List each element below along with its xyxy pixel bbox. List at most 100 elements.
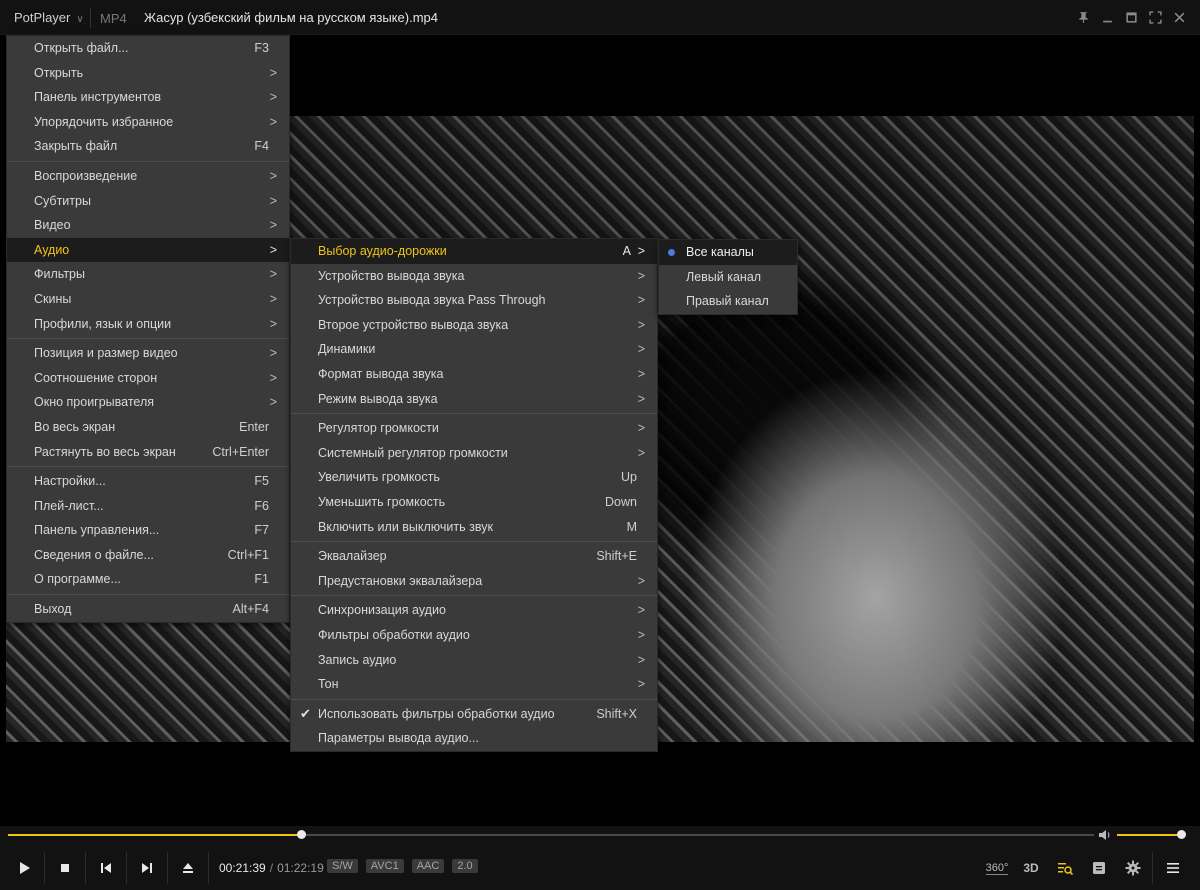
submenu-arrow-icon: > [269, 267, 277, 282]
audio_menu-item[interactable]: Увеличить громкость Up [291, 465, 657, 490]
settings-button[interactable] [1116, 848, 1150, 888]
menu-separator [7, 338, 289, 340]
main_menu-item[interactable]: Окно проигрывателя > [7, 390, 289, 415]
audio_menu-item-label: Эквалайзер [318, 549, 387, 564]
audio-codec-badge[interactable]: AAC [411, 859, 445, 873]
audio_menu-item[interactable]: Динамики > [291, 337, 657, 362]
audio_menu-item[interactable]: Тон > [291, 672, 657, 697]
volume-handle[interactable] [1177, 830, 1186, 839]
vr-360-button[interactable]: 360° [980, 848, 1014, 888]
main-menu-button[interactable] [1156, 848, 1190, 888]
main_menu-item[interactable]: Скины > [7, 287, 289, 312]
main_menu-item[interactable]: Упорядочить избранное > [7, 110, 289, 135]
audio_menu-item[interactable]: Системный регулятор громкости > [291, 441, 657, 466]
playlist-search-button[interactable] [1048, 848, 1082, 888]
audio_menu-item[interactable]: Формат вывода звука > [291, 362, 657, 387]
menu-separator [7, 594, 289, 596]
audio_menu-item[interactable]: Предустановки эквалайзера > [291, 569, 657, 594]
submenu-arrow-icon: > [269, 65, 277, 80]
main_menu-item-label: Упорядочить избранное [34, 114, 174, 129]
close-icon[interactable] [1170, 8, 1188, 26]
audio_menu-item[interactable]: ✔ Использовать фильтры обработки аудио Shi… [291, 702, 657, 727]
audio_menu-item[interactable]: Включить или выключить звук M [291, 515, 657, 540]
app-name: PotPlayer [14, 10, 71, 25]
main_menu-item-shortcut: F1 [254, 572, 269, 587]
seek-handle[interactable] [297, 830, 307, 839]
play-button[interactable] [4, 848, 44, 888]
main_menu-item[interactable]: Плей-лист... F6 [7, 494, 289, 519]
video-codec-badge[interactable]: AVC1 [365, 859, 404, 873]
channel-item-label: Правый канал [686, 294, 769, 309]
main_menu-item-shortcut: Alt+F4 [232, 602, 269, 617]
fullscreen-icon[interactable] [1146, 8, 1164, 26]
menu-separator [291, 595, 657, 597]
volume-slider[interactable] [1117, 834, 1181, 836]
main_menu-item[interactable]: Открыть > [7, 61, 289, 86]
channel-item[interactable]: Все каналы [659, 240, 797, 265]
audio_menu-item[interactable]: Уменьшить громкость Down [291, 490, 657, 515]
main_menu-item[interactable]: Профили, язык и опции > [7, 312, 289, 337]
main_menu-item[interactable]: Субтитры > [7, 189, 289, 214]
audio_menu-item[interactable]: Эквалайзер Shift+E [291, 544, 657, 569]
main_menu-item-label: Выход [34, 602, 72, 617]
main_menu-item[interactable]: Панель инструментов > [7, 85, 289, 110]
audio-channels-badge[interactable]: 2.0 [452, 859, 478, 873]
codec-badges: S/W AVC1 AAC 2.0 [327, 859, 478, 873]
audio_menu-item-shortcut: Shift+E [596, 549, 637, 564]
main_menu-item[interactable]: Соотношение сторон > [7, 366, 289, 391]
chat-button[interactable] [1082, 848, 1116, 888]
main_menu-item[interactable]: Позиция и размер видео > [7, 341, 289, 366]
audio_menu-item[interactable]: Второе устройство вывода звука > [291, 313, 657, 338]
main_menu-item-label: Настройки... [34, 474, 106, 489]
minimize-icon[interactable] [1098, 8, 1116, 26]
hamburger-icon [1167, 863, 1179, 873]
audio_menu-item[interactable]: Запись аудио > [291, 648, 657, 673]
main_menu-item[interactable]: Панель управления... F7 [7, 518, 289, 543]
seek-bar[interactable] [8, 830, 1094, 839]
main_menu-item[interactable]: Выход Alt+F4 [7, 597, 289, 622]
audio_menu-item[interactable]: Параметры вывода аудио... [291, 726, 657, 751]
main_menu-item[interactable]: Открыть файл... F3 [7, 36, 289, 61]
audio_menu-item-label: Формат вывода звука [318, 366, 444, 381]
main_menu-item[interactable]: Сведения о файле... Ctrl+F1 [7, 543, 289, 568]
audio_menu-item[interactable]: Выбор аудио-дорожки A > [291, 239, 657, 264]
submenu-arrow-icon: > [637, 366, 645, 381]
audio_menu-item[interactable]: Режим вывода звука > [291, 387, 657, 412]
3d-button[interactable]: 3D [1014, 848, 1048, 888]
audio_menu-item[interactable]: Устройство вывода звука Pass Through > [291, 288, 657, 313]
decoder-badge[interactable]: S/W [327, 859, 358, 873]
main_menu-item[interactable]: Растянуть во весь экран Ctrl+Enter [7, 440, 289, 465]
channel-item[interactable]: Левый канал [659, 265, 797, 290]
main_menu-item[interactable]: Во весь экран Enter [7, 415, 289, 440]
channel-item[interactable]: Правый канал [659, 289, 797, 314]
app-menu-button[interactable]: PotPlayer ∨ [14, 10, 84, 25]
previous-button[interactable] [86, 848, 126, 888]
audio_menu-item[interactable]: Фильтры обработки аудио > [291, 623, 657, 648]
submenu-arrow-icon: > [637, 342, 645, 357]
divider [1152, 852, 1153, 884]
skip-back-icon [101, 863, 111, 873]
main_menu-item[interactable]: Воспроизведение > [7, 164, 289, 189]
main_menu-item[interactable]: Закрыть файл F4 [7, 134, 289, 159]
audio_menu-item[interactable]: Регулятор громкости > [291, 416, 657, 441]
seek-progress [8, 834, 302, 836]
main_menu-item[interactable]: Видео > [7, 213, 289, 238]
audio_menu-item[interactable]: Устройство вывода звука > [291, 264, 657, 289]
menu-separator [7, 160, 289, 162]
maximize-icon[interactable] [1122, 8, 1140, 26]
control-bar: 00:21:39/01:22:19 S/W AVC1 AAC 2.0 360° … [0, 826, 1200, 890]
main_menu-item-label: Растянуть во весь экран [34, 444, 176, 459]
next-button[interactable] [127, 848, 167, 888]
main_menu-item[interactable]: Настройки... F5 [7, 469, 289, 494]
volume-icon[interactable] [1098, 828, 1112, 842]
eject-button[interactable] [168, 848, 208, 888]
current-time: 00:21:39 [219, 861, 266, 875]
main_menu-item-shortcut: F6 [254, 498, 269, 513]
stop-button[interactable] [45, 848, 85, 888]
audio_menu-item[interactable]: Синхронизация аудио > [291, 598, 657, 623]
main_menu-item[interactable]: О программе... F1 [7, 567, 289, 592]
main_menu-item[interactable]: Фильтры > [7, 262, 289, 287]
pin-icon[interactable] [1074, 8, 1092, 26]
main_menu-item-shortcut: Enter [239, 419, 269, 434]
main_menu-item[interactable]: Аудио > [7, 237, 289, 263]
